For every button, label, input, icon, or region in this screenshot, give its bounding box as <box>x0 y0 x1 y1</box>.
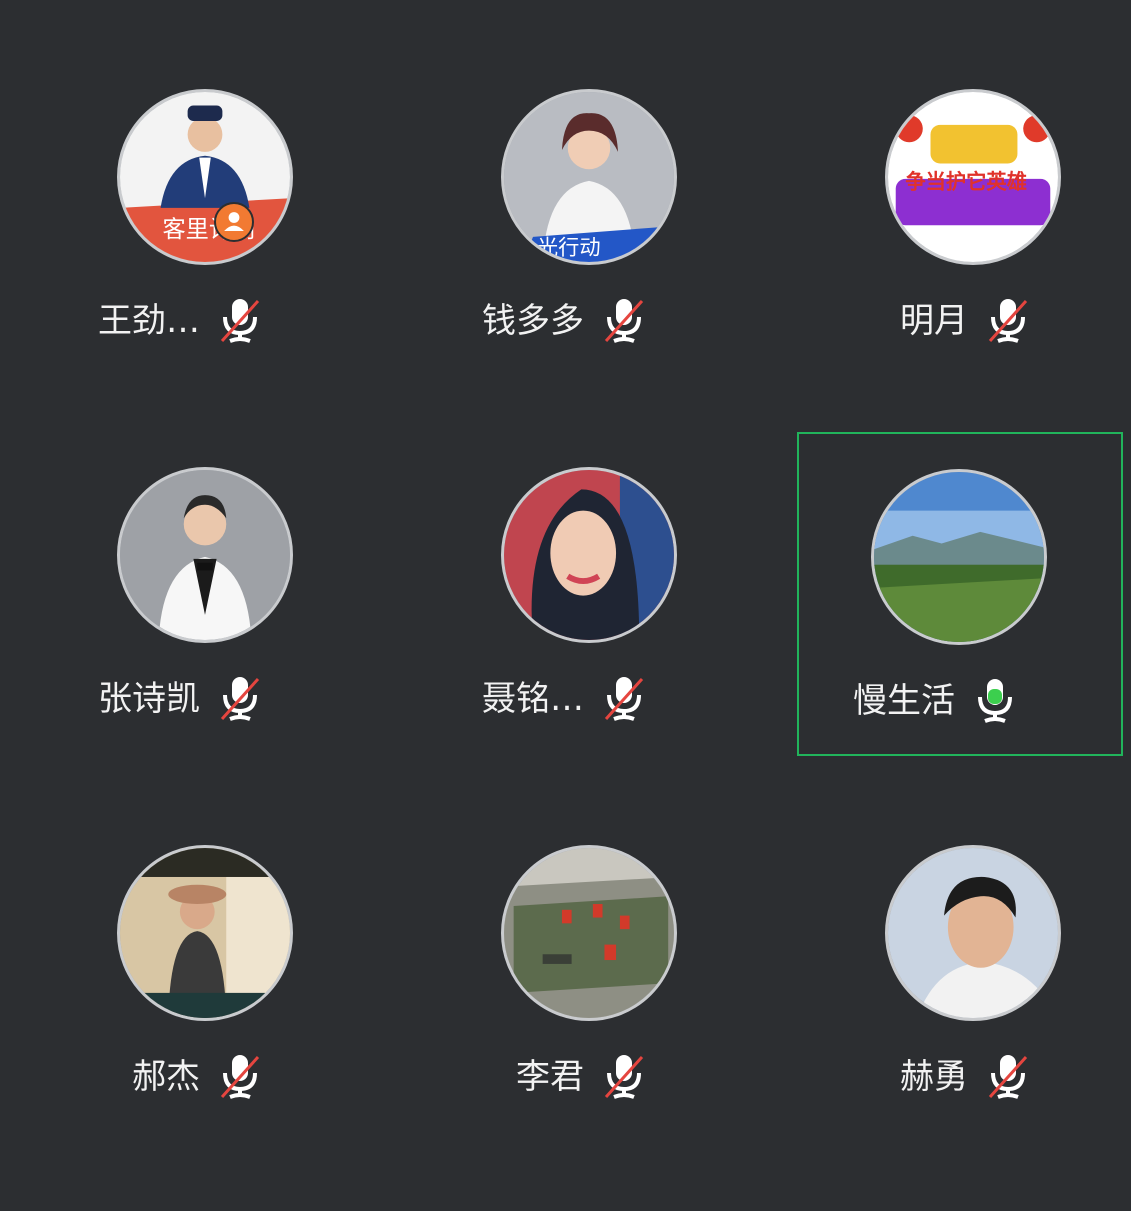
participant-tile[interactable]: 郝杰 <box>42 808 368 1132</box>
participant-name: 明月 <box>900 301 968 341</box>
participant-name-row: 李君 <box>426 1053 752 1103</box>
participant-name-row: 赫勇 <box>810 1053 1131 1103</box>
mic-muted-icon[interactable] <box>986 1053 1030 1103</box>
participant-tile[interactable]: 聂铭… <box>426 430 752 754</box>
participant-name-row: 郝杰 <box>42 1053 368 1103</box>
participant-name: 李君 <box>516 1057 584 1097</box>
mic-muted-icon[interactable] <box>218 675 262 725</box>
participant-tile[interactable]: 张诗凯 <box>42 430 368 754</box>
mic-muted-icon[interactable] <box>218 1053 262 1103</box>
participant-tile[interactable]: 李君 <box>426 808 752 1132</box>
person-photo-icon: 客里计划 <box>120 92 290 262</box>
participant-name: 张诗凯 <box>98 679 200 719</box>
participant-name: 郝杰 <box>132 1057 200 1097</box>
svg-text:争当护它英雄: 争当护它英雄 <box>905 170 1027 194</box>
mic-muted-icon[interactable] <box>602 675 646 725</box>
person-photo-icon <box>120 848 290 1018</box>
participant-avatar[interactable]: 光行动 <box>501 89 677 265</box>
participant-name: 慢生活 <box>853 681 955 721</box>
participant-tile[interactable]: 赫勇 <box>810 808 1131 1132</box>
participant-tile[interactable]: 争当护它英雄 明月 <box>810 52 1131 376</box>
participant-avatar[interactable] <box>885 845 1061 1021</box>
participant-name-row: 王劲… <box>42 297 368 347</box>
participant-avatar[interactable] <box>871 469 1047 645</box>
participant-name: 聂铭… <box>482 679 584 719</box>
participant-avatar[interactable] <box>117 467 293 643</box>
person-photo-icon: 光行动 <box>504 92 674 262</box>
participant-avatar[interactable]: 客里计划 <box>117 89 293 265</box>
person-photo-icon <box>504 470 674 640</box>
participant-avatar[interactable] <box>501 845 677 1021</box>
person-photo-icon <box>888 848 1058 1018</box>
participant-name: 赫勇 <box>900 1057 968 1097</box>
mic-muted-icon[interactable] <box>986 297 1030 347</box>
participant-avatar[interactable]: 争当护它英雄 <box>885 89 1061 265</box>
participant-name-row: 明月 <box>810 297 1131 347</box>
svg-text:光行动: 光行动 <box>537 235 601 260</box>
mic-muted-icon[interactable] <box>602 297 646 347</box>
participant-name-row: 慢生活 <box>797 677 1123 727</box>
participant-name-row: 张诗凯 <box>42 675 368 725</box>
mic-muted-icon[interactable] <box>218 297 262 347</box>
participant-tile-speaking[interactable]: 慢生活 <box>797 432 1123 756</box>
host-badge-icon <box>214 202 254 242</box>
mic-muted-icon[interactable] <box>602 1053 646 1103</box>
participant-tile[interactable]: 客里计划 王劲… <box>42 52 368 376</box>
mic-active-icon[interactable] <box>973 677 1017 727</box>
participant-grid: 客里计划 王劲… 光行动 钱多多 争当护它英雄 明月 张诗凯 聂铭… 慢生活 郝… <box>0 0 1131 1211</box>
participant-name: 钱多多 <box>482 301 584 341</box>
poster-text-icon: 争当护它英雄 <box>888 92 1058 262</box>
participant-name: 王劲… <box>98 301 200 341</box>
person-photo-icon <box>120 470 290 640</box>
participant-name-row: 钱多多 <box>426 297 752 347</box>
participant-name-row: 聂铭… <box>426 675 752 725</box>
participant-avatar[interactable] <box>501 467 677 643</box>
participant-avatar[interactable] <box>117 845 293 1021</box>
crowd-photo-icon <box>504 848 674 1018</box>
landscape-photo-icon <box>874 472 1044 642</box>
participant-tile[interactable]: 光行动 钱多多 <box>426 52 752 376</box>
